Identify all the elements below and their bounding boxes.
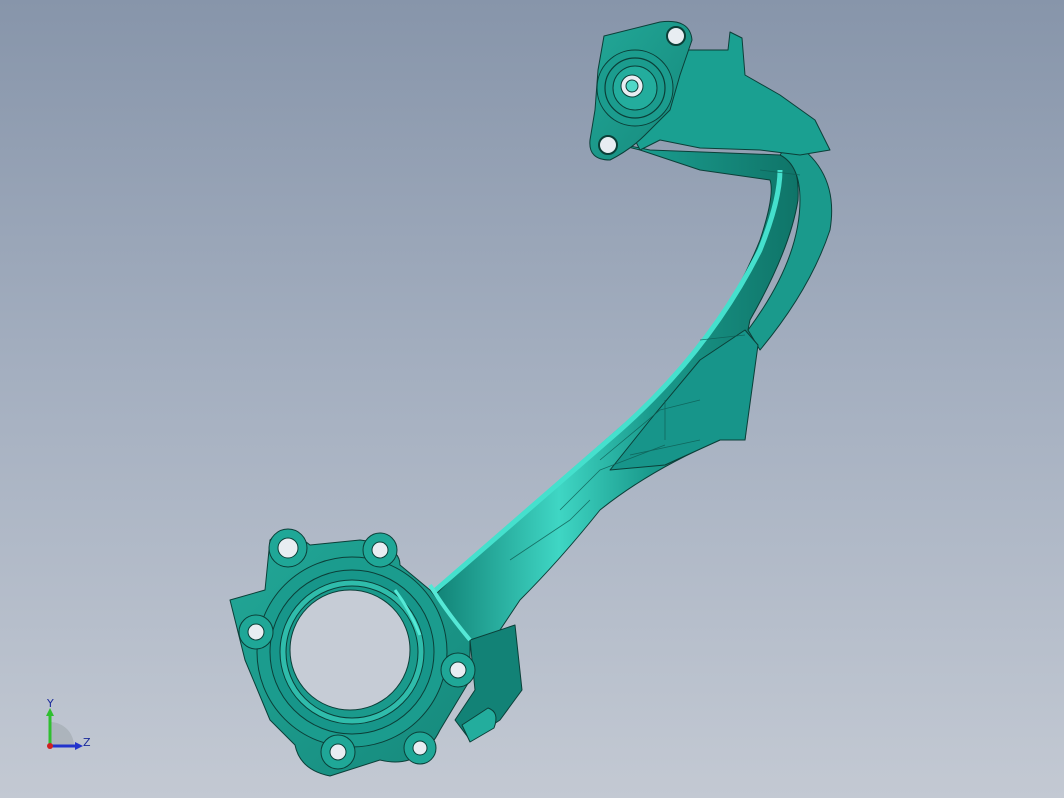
z-axis-label: Z — [83, 736, 91, 749]
y-axis-label: Y — [47, 697, 54, 710]
main-bore — [289, 589, 411, 711]
top-bolt-hole — [666, 26, 686, 46]
arm-web — [609, 329, 759, 471]
triad-origin — [47, 743, 53, 749]
top-bolt-hole — [598, 135, 618, 155]
triad-quadrant — [50, 722, 74, 746]
graphics-viewport[interactable]: Y Z — [0, 0, 1064, 798]
axis-triad: Y Z — [36, 696, 106, 760]
3d-model-part[interactable] — [0, 0, 1064, 798]
